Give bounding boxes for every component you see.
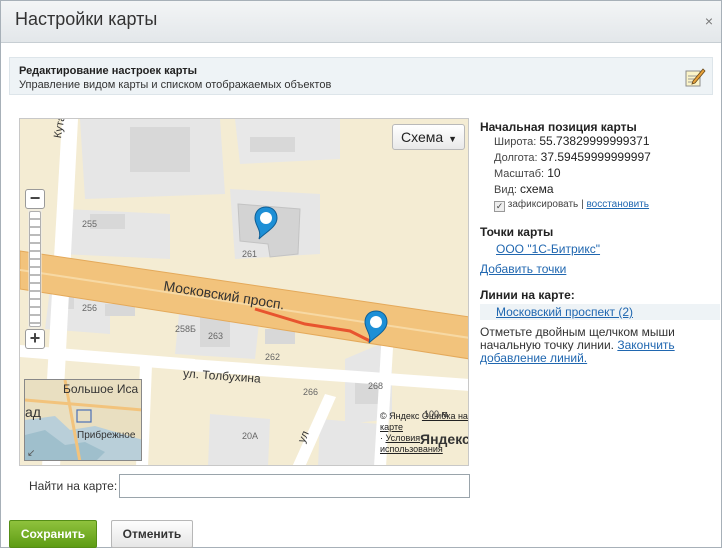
separator: |	[581, 199, 584, 210]
copyright-text: © Яндекс	[380, 411, 420, 421]
map-point-pin-icon[interactable]	[254, 206, 278, 240]
yandex-logo: Яндекс	[420, 431, 469, 447]
line-item-link[interactable]: Московский проспект (2)	[496, 305, 633, 319]
close-icon[interactable]: ×	[705, 13, 713, 29]
building-label: 262	[265, 352, 281, 362]
longitude-value: 37.59459999999997	[540, 150, 651, 164]
building-label: 266	[303, 387, 319, 397]
zoom-level-row: Масштаб: 10	[494, 166, 720, 182]
map-type-button[interactable]: Схема ▼	[392, 124, 465, 150]
map-view-value: схема	[520, 182, 554, 196]
add-points-row: Добавить точки	[480, 262, 720, 276]
dialog-title: Настройки карты	[15, 9, 158, 29]
building-label: 268	[368, 381, 384, 391]
building-label: 263	[208, 331, 224, 341]
map-view[interactable]: Московский просп. ул. Толбухина Кутаисск…	[19, 118, 469, 466]
lines-hint: Отметьте двойным щелчком мыши начальную …	[480, 326, 720, 365]
points-heading: Точки карты	[480, 225, 554, 239]
initial-position-heading: Начальная позиция карты	[480, 120, 637, 134]
zoom-in-button[interactable]: +	[25, 329, 45, 349]
restore-position-link[interactable]: восстановить	[586, 199, 649, 210]
point-item: ООО "1С-Битрикс"	[496, 242, 720, 256]
add-points-link[interactable]: Добавить точки	[480, 262, 566, 276]
dialog-titlebar: Настройки карты ×	[1, 1, 721, 43]
building-label: 20А	[242, 431, 259, 441]
edit-note-icon	[685, 68, 706, 87]
building-label: 258Б	[175, 324, 196, 334]
map-line-pin-icon[interactable]	[364, 310, 388, 344]
latitude-row: Широта: 55.73829999999371	[494, 134, 720, 150]
map-view-label: Вид:	[494, 184, 517, 196]
map-search-input[interactable]	[119, 474, 470, 498]
minimap-collapse-icon[interactable]: ↙	[27, 448, 35, 459]
map-settings-dialog: Настройки карты × Редактирование настрое…	[0, 0, 722, 548]
overview-minimap[interactable]: Большое Иса ад Прибрежное ↙	[24, 379, 142, 461]
dropdown-arrow-icon: ▼	[448, 134, 457, 144]
cancel-button[interactable]: Отменить	[111, 520, 193, 548]
map-type-label: Схема	[401, 129, 444, 145]
header-panel: Редактирование настроек карты Управление…	[9, 57, 713, 95]
longitude-label: Долгота:	[494, 152, 538, 164]
settings-sidebar: Начальная позиция карты Широта: 55.73829…	[480, 120, 720, 365]
zoom-out-button[interactable]: −	[25, 189, 45, 209]
building-label: 256	[82, 303, 98, 313]
map-view-row: Вид: схема	[494, 182, 720, 198]
zoom-level-value: 10	[547, 166, 561, 180]
header-subtitle: Управление видом карты и списком отображ…	[19, 79, 332, 91]
fix-position-checkbox[interactable]: ✓	[494, 201, 505, 212]
search-label: Найти на карте:	[29, 479, 118, 493]
minimap-label: Прибрежное	[77, 430, 136, 441]
minimap-label: ад	[25, 404, 41, 420]
minimap-label: Большое Иса	[63, 382, 139, 396]
save-button[interactable]: Сохранить	[9, 520, 97, 548]
point-item-link[interactable]: ООО "1С-Битрикс"	[496, 242, 600, 256]
line-item: Московский проспект (2)	[480, 304, 720, 320]
fix-position-row: ✓ зафиксировать | восстановить	[494, 198, 720, 212]
zoom-level-label: Масштаб:	[494, 168, 545, 180]
building-label: 261	[242, 249, 258, 259]
lines-heading: Линии на карте:	[480, 288, 575, 302]
latitude-value: 55.73829999999371	[539, 134, 650, 148]
zoom-slider[interactable]	[29, 211, 41, 327]
latitude-label: Широта:	[494, 136, 537, 148]
header-title: Редактирование настроек карты	[19, 65, 198, 77]
longitude-row: Долгота: 37.59459999999997	[494, 150, 720, 166]
fix-position-label: зафиксировать	[507, 199, 579, 210]
building-label: 255	[82, 219, 98, 229]
